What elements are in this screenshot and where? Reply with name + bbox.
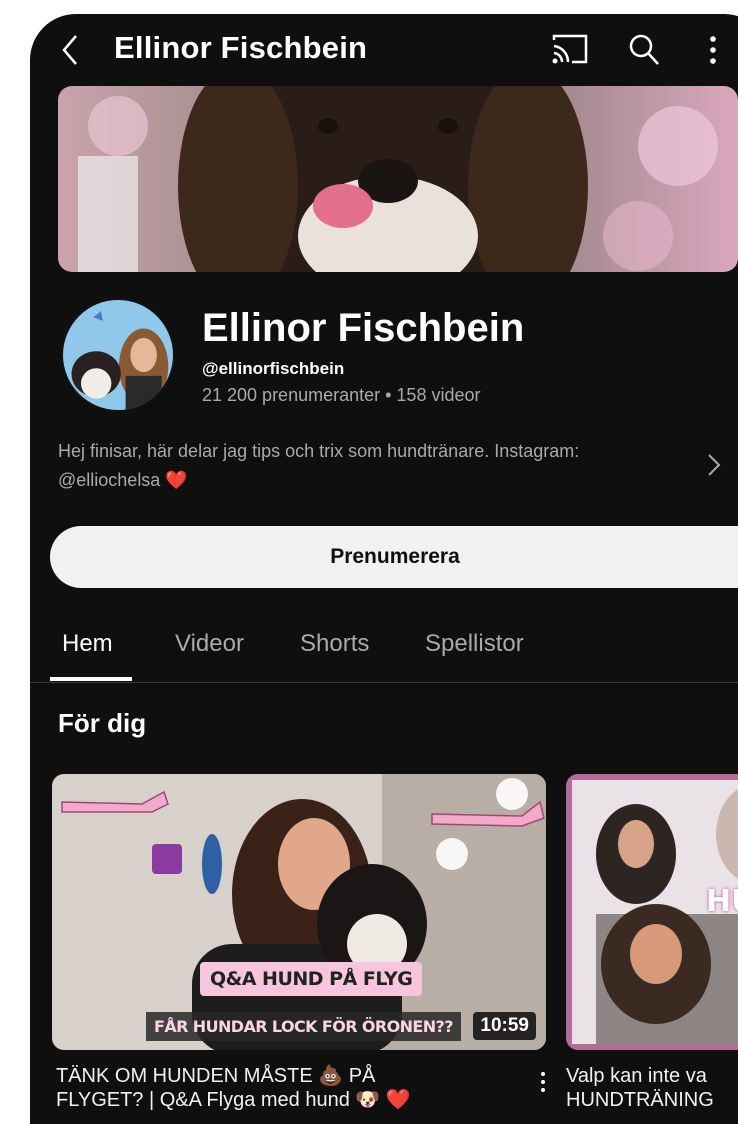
channel-title: Ellinor Fischbein (114, 30, 368, 65)
section-title: För dig (58, 708, 147, 738)
search-icon[interactable] (626, 32, 662, 68)
video-title-line-1: Valp kan inte va (566, 1065, 707, 1087)
subscribe-button[interactable]: Prenumerera (50, 526, 738, 588)
video-title[interactable]: TÄNK OM HUNDEN MÅSTE 💩 PÅ FLYGET? | Q&A … (56, 1064, 526, 1112)
active-tab-indicator (50, 677, 132, 681)
video-thumbnail[interactable]: Q&A HUND PÅ FLYG FÅR HUNDAR LOCK FÖR ÖRO… (52, 774, 546, 1050)
phone-screen: Ellinor Fischbein Ellinor Fischbein @ell… (30, 14, 738, 1124)
video-thumbnail[interactable]: HU (566, 774, 738, 1050)
thumbnail-image (52, 774, 546, 1050)
thumbnail-overlay-text: HU (706, 884, 738, 919)
channel-avatar[interactable] (60, 297, 176, 413)
chevron-right-icon[interactable] (706, 452, 722, 478)
tab-videos[interactable]: Videor (175, 630, 244, 658)
video-title-line-2: HUNDTRÄNING (566, 1089, 714, 1111)
channel-stats: 21 200 prenumeranter • 158 videor (202, 385, 481, 405)
channel-name: Ellinor Fischbein (202, 306, 525, 350)
tab-home[interactable]: Hem (62, 630, 113, 658)
channel-handle: @ellinorfischbein (202, 359, 345, 378)
video-title[interactable]: Valp kan inte va HUNDTRÄNING (566, 1064, 738, 1112)
description-line-2: @elliochelsa ❤️ (58, 470, 188, 490)
channel-banner (58, 86, 738, 272)
channel-tabs: Hem Videor Shorts Spellistor (30, 614, 738, 683)
thumbnail-subcaption: FÅR HUNDAR LOCK FÖR ÖRONEN?? (146, 1012, 461, 1041)
thumbnail-caption: Q&A HUND PÅ FLYG (200, 962, 423, 996)
tab-shorts[interactable]: Shorts (300, 630, 369, 658)
video-title-line-1: TÄNK OM HUNDEN MÅSTE 💩 PÅ (56, 1065, 376, 1087)
more-vert-icon[interactable] (706, 32, 720, 68)
video-menu-icon[interactable] (538, 1070, 548, 1094)
back-icon[interactable] (56, 30, 86, 70)
description-line-1: Hej finisar, här delar jag tips och trix… (58, 441, 580, 461)
channel-description[interactable]: Hej finisar, här delar jag tips och trix… (58, 437, 708, 495)
video-duration: 10:59 (473, 1012, 536, 1040)
top-app-bar: Ellinor Fischbein (30, 14, 738, 84)
video-title-line-2: FLYGET? | Q&A Flyga med hund 🐶 ❤️ (56, 1089, 411, 1111)
tab-playlists[interactable]: Spellistor (425, 630, 524, 658)
cast-icon[interactable] (550, 32, 590, 68)
